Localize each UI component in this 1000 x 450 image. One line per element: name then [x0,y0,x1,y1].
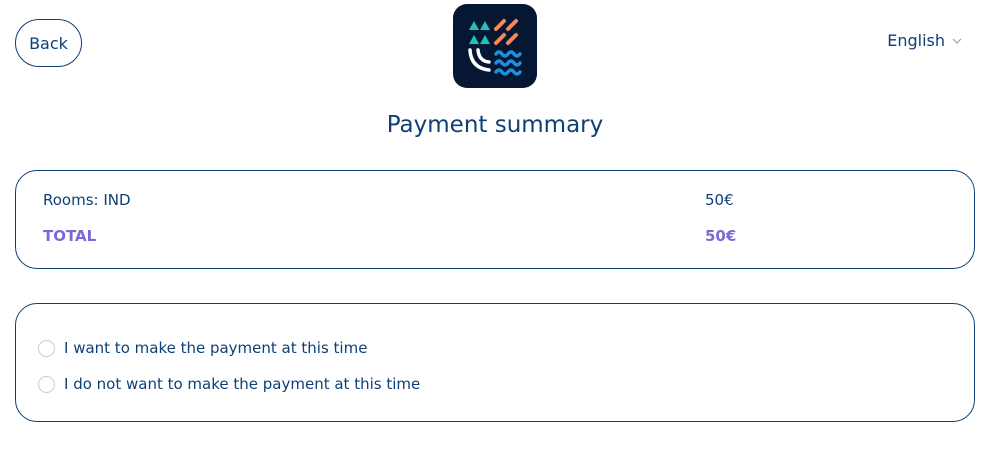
app-logo [453,4,537,88]
pay-now-radio[interactable] [38,339,55,357]
summary-row-amount: 50€ [705,191,734,209]
total-amount: 50€ [705,227,737,245]
total-label: TOTAL [43,227,97,245]
pay-now-option[interactable]: I want to make the payment at this time [38,339,367,357]
summary-row-label: Rooms: IND [43,191,131,209]
summary-row-rooms: Rooms: IND 50€ [43,191,974,211]
pay-later-option[interactable]: I do not want to make the payment at thi… [38,375,420,393]
pay-later-label: I do not want to make the payment at thi… [64,375,421,393]
waves-triangles-logo-icon [468,19,522,76]
back-button[interactable]: Back [15,19,82,67]
chevron-down-icon [952,38,962,44]
pay-now-label: I want to make the payment at this time [64,339,368,357]
payment-summary-page: Back English Payment summary Rooms: IND … [0,0,1000,450]
summary-card: Rooms: IND 50€ TOTAL 50€ [15,170,975,269]
language-label: English [887,31,945,50]
language-select[interactable]: English [887,31,962,50]
page-title: Payment summary [386,112,604,138]
summary-row-total: TOTAL 50€ [43,227,974,247]
payment-options-card: I want to make the payment at this time … [15,303,975,422]
pay-later-radio[interactable] [38,375,55,393]
